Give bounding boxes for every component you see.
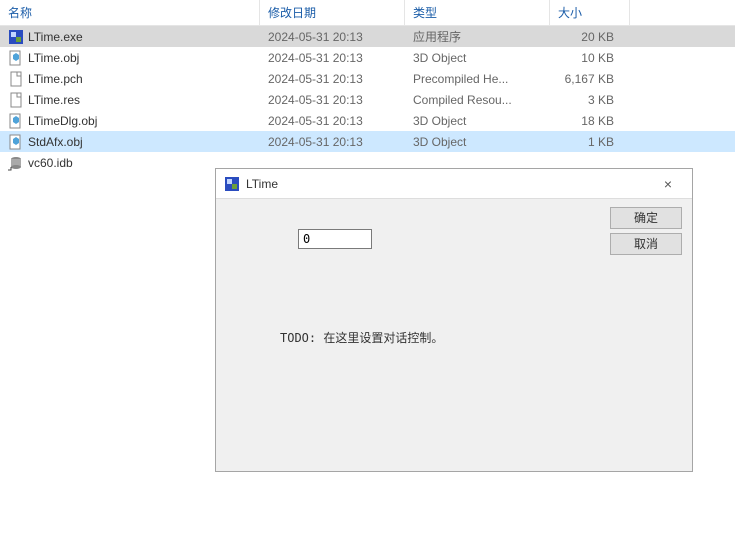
file-name-label: LTime.obj (28, 51, 79, 65)
file-date-cell: 2024-05-31 20:13 (260, 28, 405, 46)
file-size-cell: 1 KB (550, 133, 630, 151)
cancel-button[interactable]: 取消 (610, 233, 682, 255)
db-icon (8, 155, 24, 171)
file-size-cell: 3 KB (550, 91, 630, 109)
file-name-label: vc60.idb (28, 156, 73, 170)
close-icon: × (664, 176, 672, 192)
file-name-cell: LTimeDlg.obj (0, 111, 260, 131)
file-name-label: LTimeDlg.obj (28, 114, 97, 128)
file-size-cell: 10 KB (550, 49, 630, 67)
column-header-row: 名称 修改日期 类型 大小 (0, 0, 735, 26)
file-name-label: LTime.pch (28, 72, 83, 86)
file-type-cell: 3D Object (405, 112, 550, 130)
file-name-cell: LTime.res (0, 90, 260, 110)
dialog-window: LTime × 确定 取消 TODO: 在这里设置对话控制。 (215, 168, 693, 472)
3d-icon (8, 50, 24, 66)
3d-icon (8, 113, 24, 129)
file-row[interactable]: StdAfx.obj 2024-05-31 20:133D Object1 KB (0, 131, 735, 152)
file-size-cell (550, 161, 630, 165)
column-header-type[interactable]: 类型 (405, 0, 550, 25)
file-row[interactable]: LTime.obj 2024-05-31 20:133D Object10 KB (0, 47, 735, 68)
file-row[interactable]: LTime.res 2024-05-31 20:13Compiled Resou.… (0, 89, 735, 110)
file-type-cell: 3D Object (405, 49, 550, 67)
dialog-body: 确定 取消 TODO: 在这里设置对话控制。 (216, 199, 692, 471)
file-date-cell: 2024-05-31 20:13 (260, 133, 405, 151)
file-name-label: LTime.exe (28, 30, 83, 44)
file-date-cell: 2024-05-31 20:13 (260, 112, 405, 130)
file-size-cell: 20 KB (550, 28, 630, 46)
file-icon (8, 92, 24, 108)
file-size-cell: 18 KB (550, 112, 630, 130)
app-icon (224, 176, 240, 192)
file-type-cell: 应用程序 (405, 26, 550, 47)
file-name-cell: StdAfx.obj (0, 132, 260, 152)
3d-icon (8, 134, 24, 150)
file-size-cell: 6,167 KB (550, 70, 630, 88)
file-name-label: StdAfx.obj (28, 135, 83, 149)
app-icon (8, 29, 24, 45)
file-type-cell: Compiled Resou... (405, 91, 550, 109)
dialog-title: LTime (246, 177, 648, 191)
file-icon (8, 71, 24, 87)
file-row[interactable]: LTimeDlg.obj 2024-05-31 20:133D Object18 … (0, 110, 735, 131)
file-date-cell: 2024-05-31 20:13 (260, 70, 405, 88)
column-header-size[interactable]: 大小 (550, 0, 630, 25)
close-button[interactable]: × (648, 170, 688, 198)
file-name-cell: LTime.exe (0, 27, 260, 47)
file-type-cell: Precompiled He... (405, 70, 550, 88)
file-name-label: LTime.res (28, 93, 80, 107)
file-row[interactable]: LTime.exe 2024-05-31 20:13应用程序20 KB (0, 26, 735, 47)
file-date-cell (260, 161, 405, 165)
file-date-cell: 2024-05-31 20:13 (260, 49, 405, 67)
file-row[interactable]: LTime.pch 2024-05-31 20:13Precompiled He.… (0, 68, 735, 89)
file-type-cell: 3D Object (405, 133, 550, 151)
file-name-cell: LTime.pch (0, 69, 260, 89)
column-header-name[interactable]: 名称 (0, 0, 260, 25)
column-header-date[interactable]: 修改日期 (260, 0, 405, 25)
todo-label: TODO: 在这里设置对话控制。 (280, 329, 443, 346)
file-list: LTime.exe2024-05-31 20:13应用程序20 KBLTime.… (0, 26, 735, 173)
file-type-cell (405, 161, 550, 165)
file-name-cell: LTime.obj (0, 48, 260, 68)
file-date-cell: 2024-05-31 20:13 (260, 91, 405, 109)
dialog-titlebar[interactable]: LTime × (216, 169, 692, 199)
file-explorer: 名称 修改日期 类型 大小 LTime.exe2024-05-31 20:13应… (0, 0, 735, 173)
ok-button[interactable]: 确定 (610, 207, 682, 229)
value-input[interactable] (298, 229, 372, 249)
